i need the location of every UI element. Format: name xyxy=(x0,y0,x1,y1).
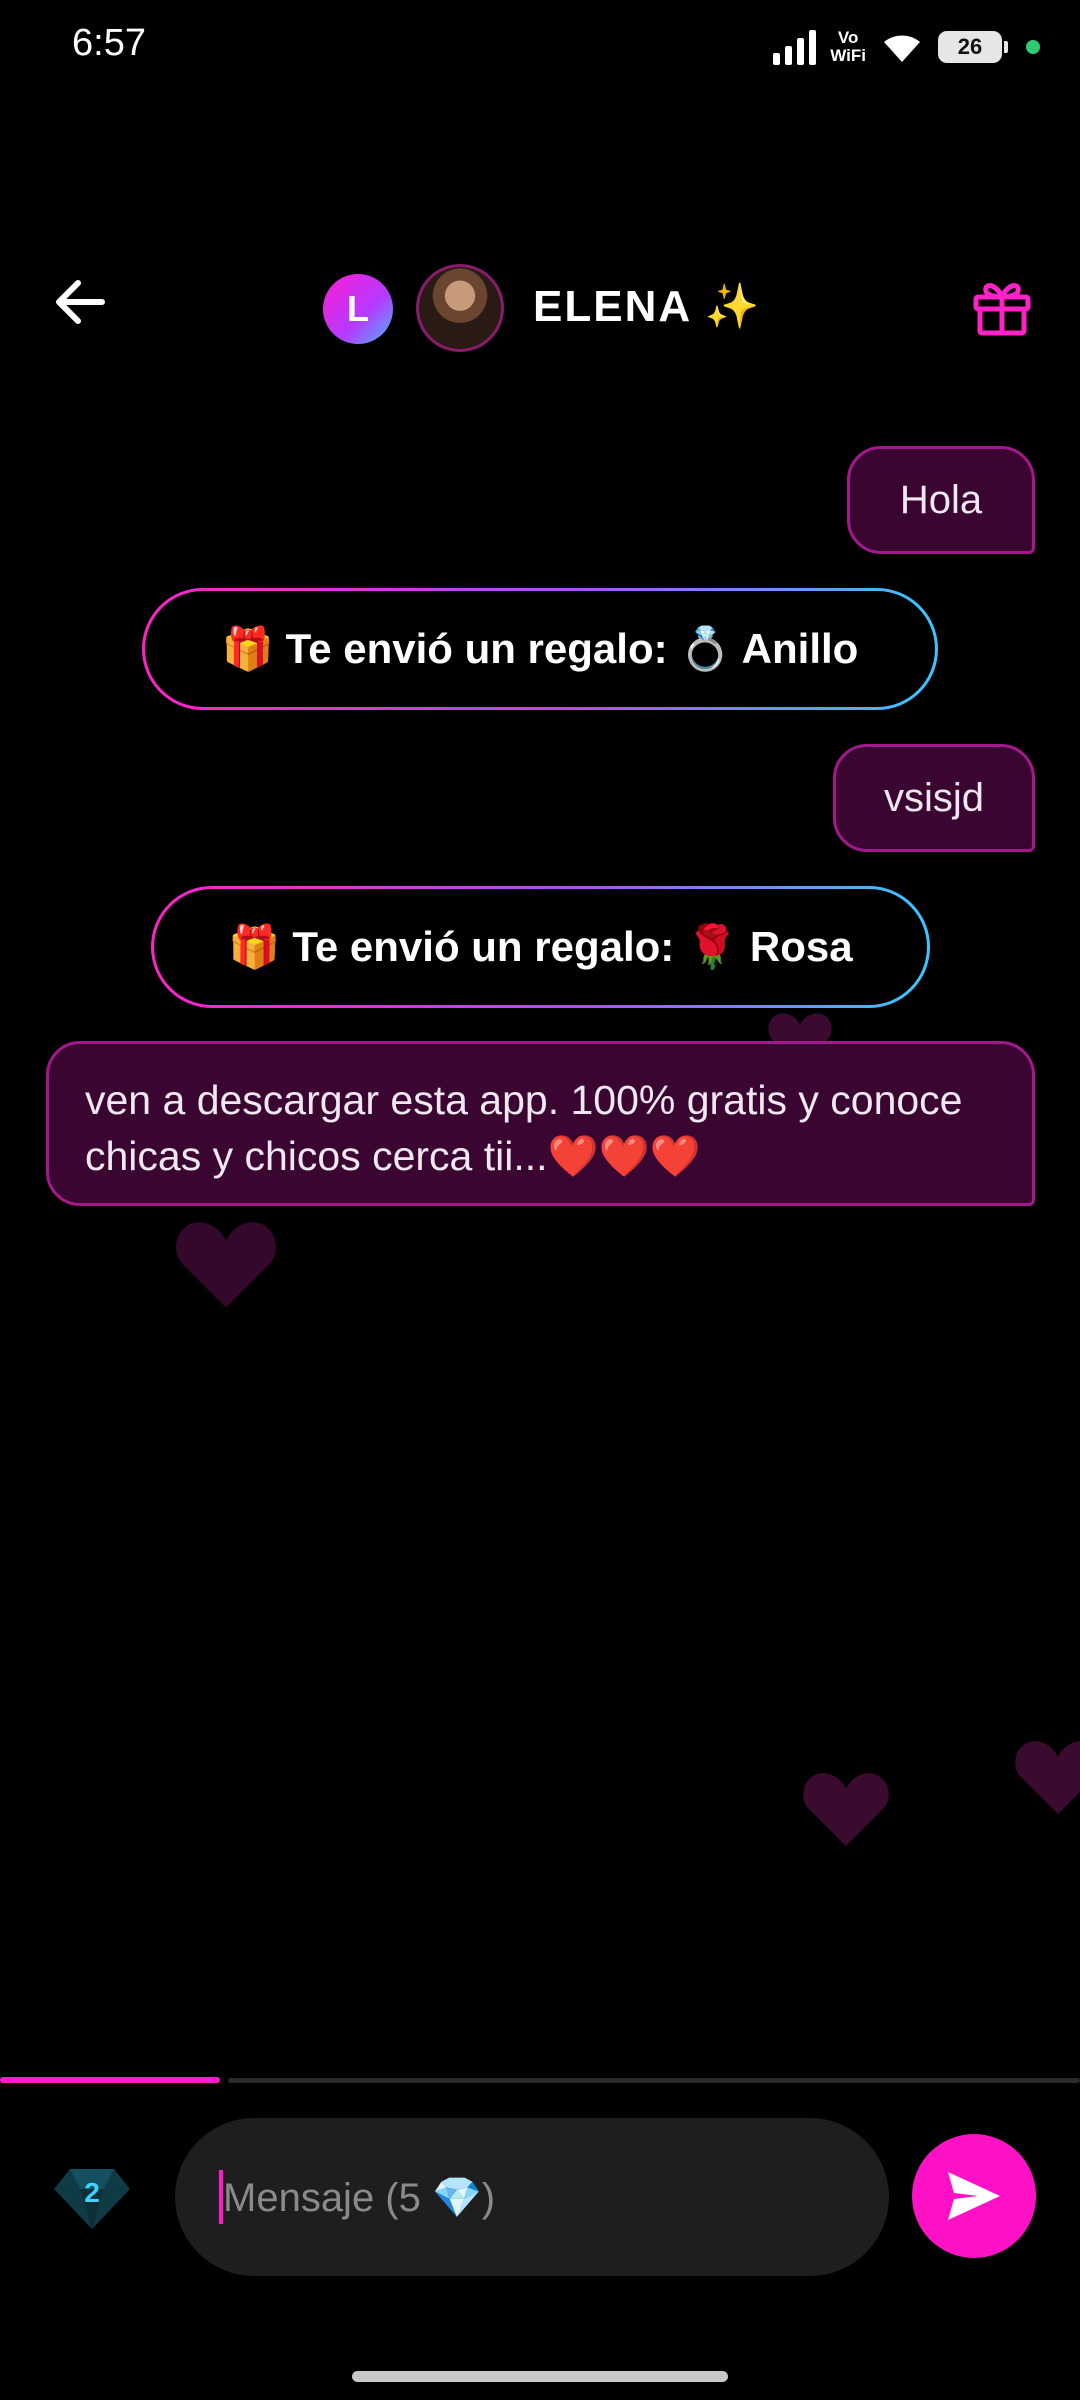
send-button[interactable] xyxy=(912,2134,1036,2258)
send-icon xyxy=(948,2172,1000,2220)
heart-decoration xyxy=(176,1222,276,1308)
gift-notification: 🎁 Te envió un regalo: 💍 Anillo xyxy=(142,588,938,710)
home-indicator[interactable] xyxy=(352,2371,728,2382)
message-text: ven a descargar esta app. 100% gratis y … xyxy=(85,1077,963,1179)
signal-icon xyxy=(773,29,817,65)
privacy-indicator-dot xyxy=(1026,40,1040,54)
gift-box-icon xyxy=(973,283,1031,336)
message-text: Hola xyxy=(899,477,983,522)
vowifi-icon: Vo WiFi xyxy=(830,28,866,65)
arrow-left-icon xyxy=(56,280,105,324)
message-input-container[interactable] xyxy=(175,2118,889,2278)
contact-avatar[interactable] xyxy=(416,264,504,352)
level-badge: L xyxy=(323,274,393,344)
heart-decoration xyxy=(1015,1741,1080,1815)
battery-level: 26 xyxy=(957,34,983,59)
diamond-balance-button[interactable]: 2 xyxy=(52,2155,132,2235)
gift-notification-text: 🎁 Te envió un regalo: 🌹 Rosa xyxy=(228,922,853,970)
message-bubble-outgoing[interactable]: Hola xyxy=(847,446,1035,554)
message-input[interactable] xyxy=(221,2118,845,2278)
diamond-count: 2 xyxy=(84,2177,100,2208)
message-text: vsisjd xyxy=(883,775,985,820)
gift-button[interactable] xyxy=(970,275,1034,339)
battery-icon: 26 xyxy=(938,31,1008,63)
back-button[interactable] xyxy=(48,270,112,334)
message-bubble-outgoing[interactable]: vsisjd xyxy=(833,744,1035,852)
gift-notification: 🎁 Te envió un regalo: 🌹 Rosa xyxy=(151,886,930,1008)
contact-name[interactable]: ELENA ✨ xyxy=(533,280,762,332)
message-bubble-outgoing[interactable]: ven a descargar esta app. 100% gratis y … xyxy=(46,1041,1035,1206)
heart-decoration xyxy=(803,1773,889,1847)
progress-track xyxy=(228,2078,1080,2083)
gift-notification-text: 🎁 Te envió un regalo: 💍 Anillo xyxy=(221,624,859,672)
status-time: 6:57 xyxy=(72,22,146,64)
status-icons: Vo WiFi 26 xyxy=(773,22,1040,72)
wifi-icon xyxy=(884,35,920,62)
progress-fill xyxy=(0,2077,220,2083)
